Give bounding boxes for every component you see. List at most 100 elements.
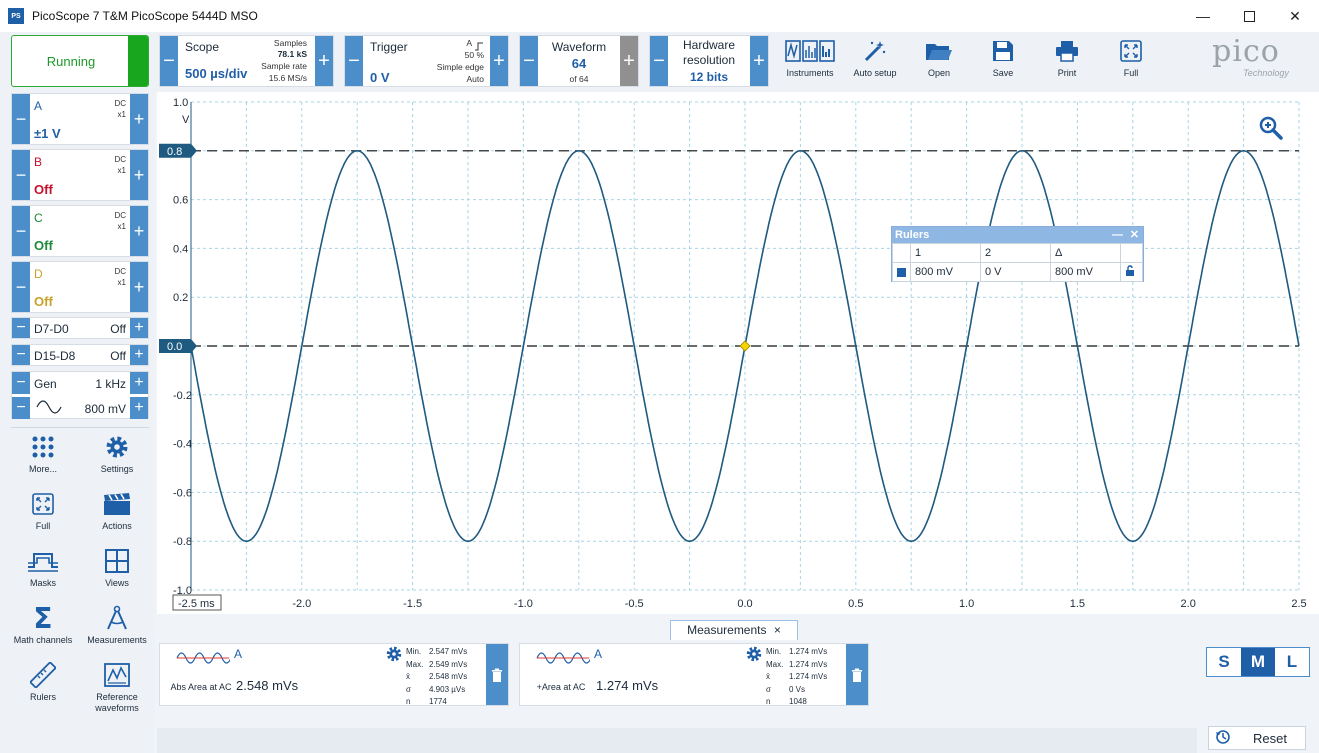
digital-d7-d0-value[interactable]: Off (110, 322, 126, 336)
settings-button[interactable]: Settings (82, 430, 152, 486)
close-button[interactable]: ✕ (1272, 0, 1318, 32)
channel-d-decrease-button[interactable]: − (12, 262, 30, 312)
channel-b-control: − B DC x1 Off + (11, 149, 149, 201)
size-large-button[interactable]: L (1275, 648, 1309, 676)
actions-label: Actions (102, 521, 132, 531)
waveform-next-button[interactable]: + (620, 36, 638, 86)
run-stop-button[interactable]: Running (11, 35, 149, 87)
gen-freq-decrease-button[interactable]: − (12, 372, 30, 394)
y-tick-label: -0.6 (173, 487, 192, 499)
channel-b-increase-button[interactable]: + (130, 150, 148, 200)
measurements-tab-close-icon[interactable]: × (774, 623, 781, 637)
scope-view[interactable]: 0.8 0.0 1.0 0.6 0.4 0.2 -0.2 -0.4 -0.6 -0.8 -1.0 V -… (157, 92, 1319, 614)
timebase-value[interactable]: 500 µs/div (185, 66, 247, 81)
resolution-increase-button[interactable]: + (750, 36, 768, 86)
channel-b-coupling: DC x1 (114, 155, 126, 175)
ruler-lock-icon[interactable] (1120, 262, 1143, 282)
delete-measurement-button[interactable] (486, 644, 508, 705)
gen-amp-decrease-button[interactable]: − (12, 397, 30, 419)
digital-d15-d8-control: − D15-D8 Off + (11, 344, 149, 366)
channel-d-range[interactable]: Off (34, 294, 53, 309)
resolution-value[interactable]: 12 bits (668, 70, 750, 84)
size-medium-button[interactable]: M (1241, 648, 1275, 676)
digital-d15-d8-value[interactable]: Off (110, 349, 126, 363)
channel-d-increase-button[interactable]: + (130, 262, 148, 312)
channel-b-decrease-button[interactable]: − (12, 150, 30, 200)
grid-view-icon (82, 544, 152, 578)
digital-d7-d0-decrease-button[interactable]: − (12, 318, 30, 338)
timebase-decrease-button[interactable]: − (160, 36, 178, 86)
channel-a-decrease-button[interactable]: − (12, 94, 30, 144)
channel-a-increase-button[interactable]: + (130, 94, 148, 144)
open-button[interactable]: Open (909, 36, 969, 86)
digital-d7-d0-increase-button[interactable]: + (130, 318, 148, 338)
channel-c-decrease-button[interactable]: − (12, 206, 30, 256)
waveform-chart[interactable]: 0.8 0.0 1.0 0.6 0.4 0.2 -0.2 -0.4 -0.6 -0.8 -1.0 V -… (157, 92, 1319, 614)
rulers-window-header[interactable]: Rulers — ✕ (892, 227, 1143, 243)
trigger-decrease-button[interactable]: − (345, 36, 363, 86)
measurement-settings-icon[interactable] (746, 646, 762, 667)
auto-setup-label: Auto setup (853, 68, 897, 78)
gen-freq-increase-button[interactable]: + (130, 372, 148, 394)
measurement-waveform-icon (176, 650, 232, 671)
measurement-value: 1.274 mVs (596, 678, 659, 693)
maximize-button[interactable] (1226, 0, 1272, 32)
rulers-window[interactable]: Rulers — ✕ 1 2 Δ 800 mV 0 V 800 mV (891, 226, 1144, 282)
print-button[interactable]: Print (1037, 36, 1097, 86)
reset-button[interactable]: Reset (1208, 726, 1306, 750)
gen-frequency[interactable]: 1 kHz (95, 377, 126, 391)
rulers-close-icon[interactable]: ✕ (1130, 227, 1139, 243)
auto-setup-button[interactable]: Auto setup (845, 36, 905, 86)
zoom-icon[interactable] (1259, 116, 1283, 145)
resolution-decrease-button[interactable]: − (650, 36, 668, 86)
trigger-increase-button[interactable]: + (490, 36, 508, 86)
math-channels-button[interactable]: Σ Math channels (8, 601, 78, 657)
measurement-size-selector: S M L (1206, 647, 1310, 677)
channel-b-range[interactable]: Off (34, 182, 53, 197)
channel-c-control: − C DC x1 Off + (11, 205, 149, 257)
full-screen-button[interactable]: Full (1101, 36, 1161, 86)
reference-waveforms-button[interactable]: Reference waveforms (82, 658, 152, 714)
minimize-button[interactable]: — (1180, 0, 1226, 32)
rulers-minimize-icon[interactable]: — (1112, 227, 1123, 243)
run-status-indicator (128, 36, 148, 86)
full-view-button[interactable]: Full (8, 487, 78, 543)
waveform-previous-button[interactable]: − (520, 36, 538, 86)
trigger-control: − Trigger 0 V A 50 % Simple edge Auto + (344, 35, 509, 87)
trigger-level-value[interactable]: 0 V (370, 70, 390, 85)
instruments-button[interactable]: Instruments (780, 36, 840, 86)
waveform-number[interactable]: 64 (538, 56, 620, 71)
channel-c-increase-button[interactable]: + (130, 206, 148, 256)
timebase-increase-button[interactable]: + (315, 36, 333, 86)
save-button[interactable]: Save (973, 36, 1033, 86)
channel-a-range[interactable]: ±1 V (34, 126, 61, 141)
measurements-button[interactable]: Measurements (82, 601, 152, 657)
measurement-card-1[interactable]: A Abs Area at AC 2.548 mVs Min. Max. x̄ σ n … (159, 643, 509, 706)
channel-a-coupling: DC x1 (114, 99, 126, 119)
size-small-button[interactable]: S (1207, 648, 1241, 676)
logo-text: pico (1212, 34, 1280, 69)
measurements-tab[interactable]: Measurements × (670, 620, 798, 640)
y-tick-label: 0.2 (173, 292, 188, 304)
expand-icon (1101, 36, 1161, 66)
actions-button[interactable]: Actions (82, 487, 152, 543)
digital-d15-d8-increase-button[interactable]: + (130, 345, 148, 365)
resolution-label-line2: resolution (682, 53, 736, 67)
gen-amp-increase-button[interactable]: + (130, 397, 148, 419)
measurement-card-2[interactable]: A +Area at AC 1.274 mVs Min. Max. x̄ σ n 1.2… (519, 643, 869, 706)
delete-measurement-button[interactable] (846, 644, 868, 705)
y-tick-label: 0.6 (173, 195, 188, 207)
measurement-channel: A (594, 647, 603, 661)
trigger-channel: A (466, 38, 472, 48)
signal-generator-control: − − Gen 1 kHz 800 mV + + (11, 371, 149, 419)
gen-amplitude[interactable]: 800 mV (85, 402, 126, 416)
measurement-settings-icon[interactable] (386, 646, 402, 667)
digital-d7-d0-control: − D7-D0 Off + (11, 317, 149, 339)
masks-button[interactable]: Masks (8, 544, 78, 600)
rulers-button[interactable]: Rulers (8, 658, 78, 714)
channel-c-range[interactable]: Off (34, 238, 53, 253)
digital-d15-d8-decrease-button[interactable]: − (12, 345, 30, 365)
more-button[interactable]: More... (8, 430, 78, 486)
measurement-channel: A (234, 647, 243, 661)
views-button[interactable]: Views (82, 544, 152, 600)
